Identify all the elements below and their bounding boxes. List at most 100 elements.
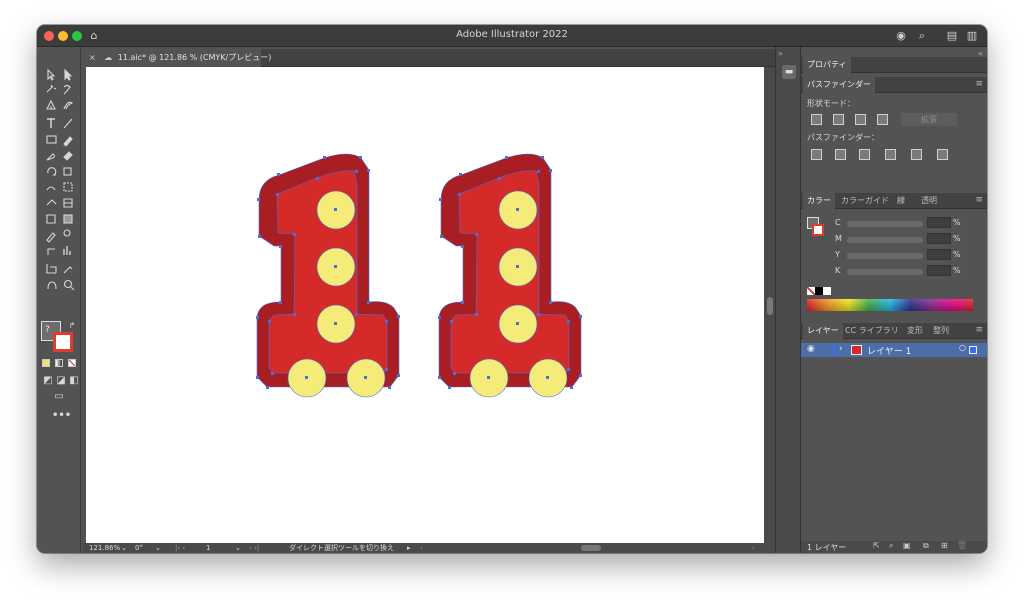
exclude-button[interactable] bbox=[877, 114, 888, 125]
minus-front-button[interactable] bbox=[833, 114, 844, 125]
scroll-right-icon[interactable]: › bbox=[752, 543, 755, 553]
layer-name[interactable]: レイヤー 1 bbox=[867, 344, 911, 357]
none-swatch[interactable] bbox=[807, 287, 815, 295]
status-menu-icon[interactable]: ▸ bbox=[407, 543, 411, 553]
expand-button[interactable]: 拡張 bbox=[901, 113, 957, 126]
tab-transform[interactable]: 変形 bbox=[903, 323, 927, 339]
properties-tab-bar: プロパティ bbox=[801, 57, 987, 73]
layers-footer: 1 レイヤー ⇱ ⌕ ▣ ⧉ ⊞ 🗑 bbox=[801, 541, 987, 553]
paintbrush-tool-icon bbox=[63, 136, 73, 147]
tab-stroke[interactable]: 線 bbox=[893, 193, 909, 209]
tab-transparency[interactable]: 透明 bbox=[917, 193, 941, 209]
yellow-field[interactable] bbox=[927, 249, 951, 260]
collapsed-panel-strip: » ▬ bbox=[775, 47, 801, 553]
tab-color-guide[interactable]: カラーガイド bbox=[837, 193, 893, 209]
comments-icon[interactable]: ▬ bbox=[782, 65, 796, 79]
tab-color[interactable]: カラー bbox=[803, 193, 835, 209]
export-icon[interactable]: ⇱ bbox=[873, 541, 880, 550]
tools-panel: ? ↱ ? ◩ ◪ ◧ ▭ ••• bbox=[37, 47, 81, 553]
vertical-scroll-thumb[interactable] bbox=[767, 297, 773, 315]
app-title: Adobe Illustrator 2022 bbox=[456, 29, 568, 40]
layers-menu-icon[interactable]: ≡ bbox=[975, 325, 983, 335]
layer-row[interactable]: ◉ › レイヤー 1 ○ bbox=[801, 343, 987, 357]
new-layer-icon[interactable]: ⊞ bbox=[941, 541, 948, 550]
tab-cc-libraries[interactable]: CC ライブラリ bbox=[841, 323, 903, 339]
magenta-unit: % bbox=[953, 234, 961, 243]
draw-inside-icon[interactable]: ◧ bbox=[67, 374, 81, 388]
artboard-canvas[interactable] bbox=[86, 67, 764, 543]
title-bar: ⌂ Adobe Illustrator 2022 ◉ ⌕ ▤ ▥ bbox=[37, 25, 987, 47]
artboard-dropdown-icon[interactable]: ⌄ bbox=[235, 543, 241, 553]
minus-back-button[interactable] bbox=[937, 149, 948, 160]
magenta-slider[interactable] bbox=[847, 237, 923, 243]
tab-pathfinder[interactable]: パスファインダー bbox=[803, 77, 875, 93]
clipping-mask-icon[interactable]: ▣ bbox=[903, 541, 911, 550]
color-menu-icon[interactable]: ≡ bbox=[975, 195, 983, 205]
tab-align[interactable]: 整列 bbox=[929, 323, 953, 339]
mesh-tool-icon bbox=[46, 214, 56, 224]
outline-button[interactable] bbox=[911, 149, 922, 160]
tab-properties[interactable]: プロパティ bbox=[803, 57, 851, 73]
layer-thumbnail bbox=[851, 345, 862, 355]
color-mode-button[interactable] bbox=[42, 359, 50, 367]
unite-button[interactable] bbox=[811, 114, 822, 125]
rotation-dropdown-icon[interactable]: ⌄ bbox=[155, 543, 161, 553]
gradient-mode-button[interactable] bbox=[55, 359, 63, 367]
document-tab[interactable]: × ☁ 11.aic* @ 121.86 % (CMYK/プレビュー) bbox=[83, 49, 271, 67]
cyan-slider[interactable] bbox=[847, 221, 923, 227]
color-stroke-swatch[interactable] bbox=[812, 224, 824, 236]
black-field[interactable] bbox=[927, 265, 951, 276]
workspace-icon[interactable]: ▤ bbox=[945, 29, 959, 43]
close-tab-icon[interactable]: × bbox=[89, 53, 96, 62]
arrange-documents-icon[interactable]: ▥ bbox=[965, 29, 979, 43]
white-swatch[interactable] bbox=[823, 287, 831, 295]
crop-button[interactable] bbox=[885, 149, 896, 160]
edit-toolbar-icon[interactable]: ••• bbox=[52, 409, 71, 423]
new-sublayer-icon[interactable]: ⧉ bbox=[923, 541, 929, 551]
next-artboard-icon[interactable]: › ›| bbox=[249, 543, 259, 553]
swap-colors-icon[interactable]: ↱ bbox=[65, 319, 79, 333]
scroll-left-icon[interactable]: ‹ bbox=[420, 543, 423, 553]
artboard-number-field[interactable]: 1 bbox=[206, 543, 210, 553]
column-graph-tool-icon bbox=[63, 246, 71, 255]
collapse-panels-icon[interactable]: » bbox=[778, 49, 783, 58]
yellow-slider[interactable] bbox=[847, 253, 923, 259]
search-icon[interactable]: ⌕ bbox=[915, 29, 929, 43]
status-message[interactable]: ダイレクト選択ツールを切り換え bbox=[289, 543, 394, 553]
draw-behind-icon[interactable]: ◪ bbox=[54, 374, 68, 388]
horizontal-scroll-thumb[interactable] bbox=[581, 545, 601, 551]
zoom-dropdown-icon[interactable]: ⌄ bbox=[121, 543, 127, 553]
type-tool-icon bbox=[47, 118, 55, 128]
screen-mode-icon[interactable]: ▭ bbox=[52, 390, 66, 404]
divide-button[interactable] bbox=[811, 149, 822, 160]
layer-target-icon[interactable]: ○ bbox=[959, 343, 966, 352]
draw-normal-icon[interactable]: ◩ bbox=[41, 374, 55, 388]
magenta-field[interactable] bbox=[927, 233, 951, 244]
black-slider[interactable] bbox=[847, 269, 923, 275]
zoom-field[interactable]: 121.86% bbox=[89, 543, 120, 553]
expand-layer-icon[interactable]: › bbox=[839, 344, 843, 354]
pathfinder-menu-icon[interactable]: ≡ bbox=[975, 79, 983, 89]
intersect-button[interactable] bbox=[855, 114, 866, 125]
black-swatch[interactable] bbox=[815, 287, 823, 295]
merge-button[interactable] bbox=[859, 149, 870, 160]
artwork[interactable] bbox=[86, 67, 764, 543]
none-mode-button[interactable] bbox=[68, 359, 76, 367]
delete-layer-icon[interactable]: 🗑 bbox=[957, 541, 967, 550]
cyan-field[interactable] bbox=[927, 217, 951, 228]
curvature-tool-icon bbox=[63, 101, 74, 110]
visibility-eye-icon[interactable]: ◉ bbox=[807, 344, 815, 354]
rectangle-tool-icon bbox=[46, 135, 57, 144]
stroke-swatch[interactable] bbox=[53, 332, 73, 352]
color-spectrum[interactable] bbox=[807, 299, 973, 311]
scale-tool-icon bbox=[63, 167, 72, 176]
tab-layers[interactable]: レイヤー bbox=[803, 323, 843, 339]
first-artboard-icon[interactable]: |‹ ‹ bbox=[175, 543, 185, 553]
layer-selection-indicator[interactable] bbox=[969, 346, 977, 354]
rotation-field[interactable]: 0° bbox=[135, 543, 143, 553]
yellow-unit: % bbox=[953, 250, 961, 259]
trim-button[interactable] bbox=[835, 149, 846, 160]
user-account-icon[interactable]: ◉ bbox=[894, 29, 908, 43]
gradient-tool-icon bbox=[63, 214, 73, 224]
locate-object-icon[interactable]: ⌕ bbox=[889, 541, 893, 551]
